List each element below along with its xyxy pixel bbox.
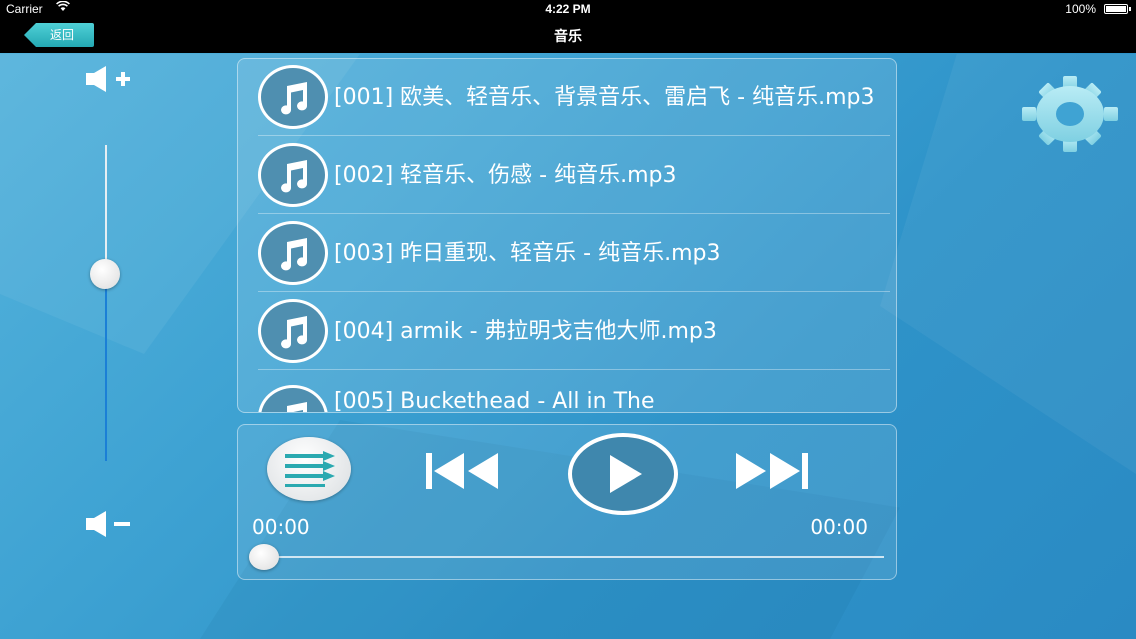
next-track-button[interactable] xyxy=(732,451,810,491)
playlist-arrows-icon xyxy=(285,451,335,487)
track-item[interactable]: [001] 欧美、轻音乐、背景音乐、雷启飞 - 纯音乐.mp3 xyxy=(258,59,890,136)
battery-percentage: 100% xyxy=(1065,2,1096,16)
status-bar: Carrier 4:22 PM 100% xyxy=(0,0,1136,18)
gear-icon[interactable] xyxy=(1022,76,1118,152)
volume-down-icon[interactable] xyxy=(86,511,132,537)
track-item[interactable]: [005] Buckethead - All in The xyxy=(258,371,890,412)
music-note-icon xyxy=(258,221,328,285)
track-item[interactable]: [003] 昨日重现、轻音乐 - 纯音乐.mp3 xyxy=(258,215,890,292)
volume-track-remaining[interactable] xyxy=(105,145,107,273)
current-time: 00:00 xyxy=(252,515,310,539)
music-note-icon xyxy=(258,299,328,363)
playlist-toggle-button[interactable] xyxy=(267,437,351,501)
track-title: [005] Buckethead - All in The xyxy=(334,389,655,413)
battery-icon xyxy=(1104,4,1131,14)
progress-slider-knob[interactable] xyxy=(249,544,279,570)
track-item[interactable]: [004] armik - 弗拉明戈吉他大师.mp3 xyxy=(258,293,890,370)
navigation-bar: 返回 音乐 xyxy=(0,18,1136,53)
track-item[interactable]: [002] 轻音乐、伤感 - 纯音乐.mp3 xyxy=(258,137,890,214)
track-title: [002] 轻音乐、伤感 - 纯音乐.mp3 xyxy=(334,162,677,188)
volume-slider-knob[interactable] xyxy=(90,259,120,289)
play-button[interactable] xyxy=(568,433,678,515)
music-note-icon xyxy=(258,385,328,412)
track-title: [004] armik - 弗拉明戈吉他大师.mp3 xyxy=(334,318,717,344)
next-icon xyxy=(736,453,808,489)
play-icon xyxy=(610,455,642,493)
previous-icon xyxy=(426,453,498,489)
total-time: 00:00 xyxy=(810,515,868,539)
player-controls-panel: 00:00 00:00 xyxy=(237,424,897,580)
track-title: [003] 昨日重现、轻音乐 - 纯音乐.mp3 xyxy=(334,240,721,266)
page-title: 音乐 xyxy=(554,29,582,45)
previous-track-button[interactable] xyxy=(424,451,502,491)
status-time: 4:22 PM xyxy=(545,2,591,16)
volume-up-icon[interactable] xyxy=(86,66,132,92)
volume-track-filled[interactable] xyxy=(105,273,107,461)
music-note-icon xyxy=(258,143,328,207)
playlist-panel[interactable]: [001] 欧美、轻音乐、背景音乐、雷启飞 - 纯音乐.mp3 [002] 轻音… xyxy=(237,58,897,413)
music-note-icon xyxy=(258,65,328,129)
battery-fill xyxy=(1106,6,1126,12)
progress-track[interactable] xyxy=(262,556,884,558)
track-title: [001] 欧美、轻音乐、背景音乐、雷启飞 - 纯音乐.mp3 xyxy=(334,84,875,110)
